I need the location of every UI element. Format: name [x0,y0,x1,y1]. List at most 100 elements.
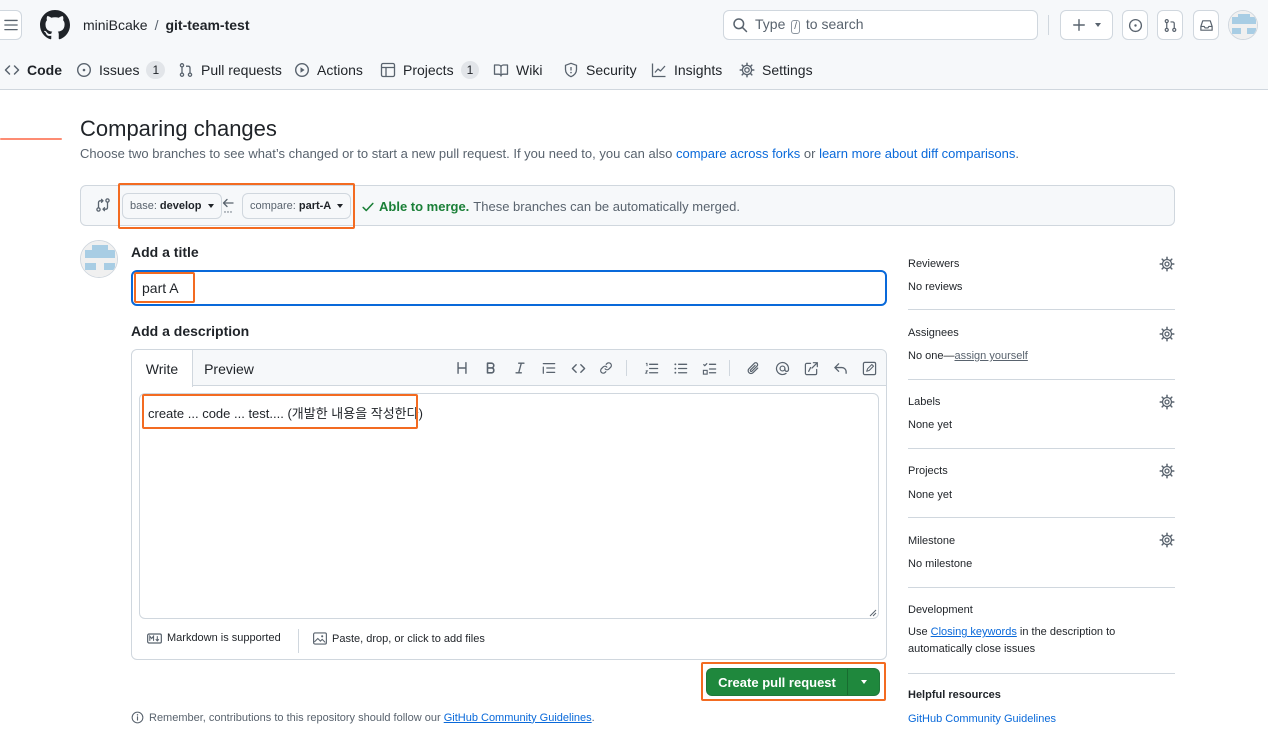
search-placeholder: Type / to search [755,16,864,34]
inbox-button[interactable] [1193,10,1219,40]
tab-settings[interactable]: Settings [739,50,813,90]
assignees-value: No one—assign yourself [908,350,1028,362]
description-label: Add a description [131,323,250,339]
issues-count-badge: 1 [146,61,166,79]
attach-files-text: Paste, drop, or click to add files [332,632,485,645]
editor-toolbar: Write Preview [132,350,886,387]
plus-icon [1073,19,1085,31]
contribution-note: Remember, contributions to this reposito… [131,711,595,724]
attach-files-note[interactable]: Paste, drop, or click to add files [313,632,485,645]
markdown-icon [147,632,162,644]
code-button[interactable] [569,359,587,377]
tab-pull-requests-label: Pull requests [201,62,282,78]
gear-icon[interactable] [1159,256,1175,272]
tab-issues[interactable]: Issues 1 [76,50,166,90]
fullscreen-button[interactable] [860,359,878,377]
ordered-list-button[interactable] [642,359,660,377]
assign-yourself-link[interactable]: assign yourself [954,350,1027,362]
table-icon [380,62,396,78]
attach-button[interactable] [744,359,762,377]
create-new-button[interactable] [1060,10,1113,40]
tab-wiki[interactable]: Wiki [493,50,542,90]
gear-icon[interactable] [1159,326,1175,342]
tab-insights-label: Insights [674,62,723,78]
repo-link[interactable]: git-team-test [165,17,249,33]
tab-actions-label: Actions [317,62,363,78]
milestone-value: No milestone [908,558,973,570]
owner-link[interactable]: miniBcake [83,17,148,33]
link-button[interactable] [597,359,615,377]
tab-actions[interactable]: Actions [294,50,363,90]
menu-button[interactable] [0,10,22,40]
gear-icon[interactable] [1159,394,1175,410]
reply-icon [833,362,847,374]
page-title: Comparing changes [80,116,277,141]
sidebar-reviewers: Reviewers No reviews [908,248,1175,310]
quote-button[interactable] [540,359,558,377]
link-icon [600,362,612,374]
markdown-note[interactable]: Markdown is supported [147,632,281,644]
tab-wiki-label: Wiki [516,62,543,78]
pull-requests-button[interactable] [1157,10,1183,40]
reviewers-value: No reviews [908,281,963,293]
reference-button[interactable] [802,359,820,377]
tab-write[interactable]: Write [132,350,193,387]
tab-code-label: Code [27,62,62,78]
tab-security[interactable]: Security [563,50,637,90]
github-logo-icon[interactable] [40,10,70,40]
learn-diff-comparisons-link[interactable]: learn more about diff comparisons [819,146,1015,161]
quote-icon [542,363,556,374]
footer-divider [298,629,299,653]
mention-icon [775,361,789,375]
global-header: miniBcake / git-team-test Type / to sear… [0,0,1268,50]
gear-icon[interactable] [1159,532,1175,548]
resize-handle-icon[interactable] [868,608,877,617]
gear-icon[interactable] [1159,463,1175,479]
sidebar-milestone: Milestone No milestone [908,518,1175,588]
paperclip-icon [747,361,758,374]
tab-code[interactable]: Code [4,50,62,90]
heading-icon [457,362,467,374]
tab-projects[interactable]: Projects 1 [380,50,480,90]
markdown-note-text: Markdown is supported [167,632,281,644]
search-shortcut-key: / [791,20,801,34]
sidebar-labels: Labels None yet [908,380,1175,449]
tab-pull-requests[interactable]: Pull requests [178,50,282,90]
git-pull-request-icon [179,63,193,77]
header-divider [1048,15,1049,35]
highlight-title [134,272,195,303]
sidebar-development: Development Use Closing keywords in the … [908,588,1175,674]
tab-projects-label: Projects [403,62,454,78]
milestone-label: Milestone [908,535,956,547]
saved-reply-button[interactable] [831,359,849,377]
title-input[interactable]: part A [131,270,887,306]
merge-status-message: These branches can be automatically merg… [473,199,740,214]
merge-status-ok: Able to merge. [379,199,470,214]
task-list-button[interactable] [700,359,718,377]
italic-button[interactable] [511,359,529,377]
helpful-guidelines-link[interactable]: GitHub Community Guidelines [908,713,1056,725]
user-avatar[interactable] [1228,10,1258,40]
list-ordered-icon [644,362,658,374]
tab-security-label: Security [586,62,637,78]
unordered-list-button[interactable] [671,359,689,377]
tasklist-icon [702,362,716,375]
helpful-resources-value: GitHub Community Guidelines [908,711,1056,728]
issue-opened-icon [1128,18,1142,32]
git-compare-icon [96,198,110,212]
mention-button[interactable] [773,359,791,377]
play-icon [294,62,310,78]
hamburger-icon [3,19,18,31]
closing-keywords-link[interactable]: Closing keywords [931,626,1017,638]
heading-button[interactable] [453,359,471,377]
tab-insights[interactable]: Insights [651,50,722,90]
gear-icon [739,62,755,78]
tab-preview[interactable]: Preview [194,350,264,387]
community-guidelines-link[interactable]: GitHub Community Guidelines [444,712,592,724]
bold-icon [486,362,495,374]
bold-button[interactable] [482,359,500,377]
compare-across-forks-link[interactable]: compare across forks [676,146,800,161]
issues-button[interactable] [1122,10,1148,40]
code-icon [4,65,20,75]
search-input[interactable]: Type / to search [723,10,1038,40]
